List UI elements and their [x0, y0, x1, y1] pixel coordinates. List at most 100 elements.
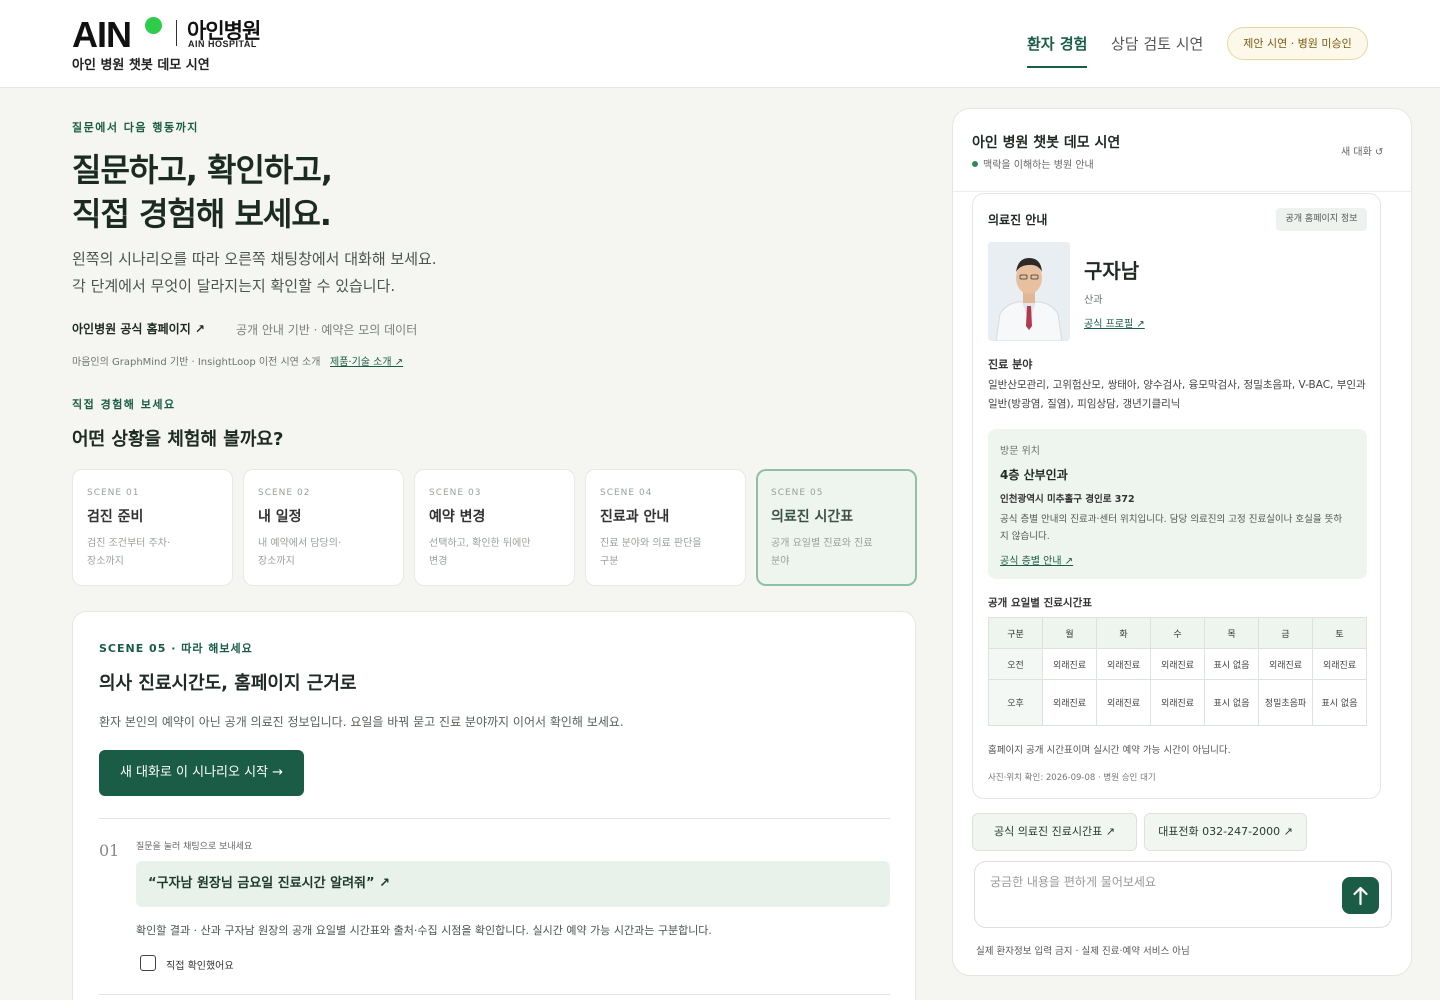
panel-description: 환자 본인의 예약이 아닌 공개 의료진 정보입니다. 요일을 바꿔 묻고 진료… — [99, 715, 624, 729]
table-cell: 정밀초음파 — [1258, 679, 1313, 726]
table-cell: 표시 없음 — [1312, 679, 1367, 726]
panel-divider — [99, 994, 890, 995]
new-chat-button[interactable]: 새 대화 ↺ — [1341, 143, 1383, 158]
official-profile-link[interactable]: 공식 프로필 ↗ — [1084, 315, 1145, 330]
location-box: 방문 위치 4층 산부인과 인천광역시 미추홀구 경인로 372 공식 층별 안… — [988, 429, 1367, 579]
status-dot-icon — [972, 161, 978, 167]
top-header: AIN 아인병원 AIN HOSPITAL 아인 병원 챗봇 데모 시연 환자 … — [0, 0, 1440, 88]
scene-desc-line: 선택하고, 확인한 뒤에만 — [429, 538, 531, 549]
hero-title-line-2: 직접 경험해 보세요. — [72, 195, 332, 233]
floor-guide-link[interactable]: 공식 층별 안내 ↗ — [1000, 552, 1073, 567]
doctor-name: 구자남 — [1084, 259, 1140, 283]
table-header-cell: 금 — [1258, 617, 1313, 649]
scenario-panel: SCENE 05 · 따라 해보세요 의사 진료시간도, 홈페이지 근거로 환자… — [72, 611, 916, 1000]
scene-card-01[interactable]: SCENE 01 검진 준비 검진 조건부터 주차· 장소까지 — [72, 469, 233, 586]
hero-description: 왼쪽의 시나리오를 따라 오른쪽 채팅창에서 대화해 보세요. 각 단계에서 무… — [72, 246, 437, 300]
source-badge: 공개 홈페이지 정보 — [1276, 208, 1367, 231]
schedule-heading: 공개 요일별 진료시간표 — [988, 597, 1092, 609]
location-floor: 4층 산부인과 — [1000, 468, 1068, 482]
scene-label: SCENE 04 — [600, 488, 653, 498]
scenes-eyebrow: 직접 경험해 보세요 — [72, 398, 176, 411]
scene-name: 의료진 시간표 — [771, 509, 854, 525]
card-title: 의료진 안내 — [988, 213, 1048, 227]
panel-eyebrow: SCENE 05 · 따라 해보세요 — [99, 642, 253, 655]
confirm-checkbox[interactable] — [140, 955, 156, 971]
official-note: 공개 안내 기반 · 예약은 모의 데이터 — [236, 323, 418, 337]
scene-desc-line: 구분 — [600, 556, 619, 567]
table-cell: 외래진료 — [1096, 679, 1151, 726]
chat-input[interactable] — [990, 875, 1330, 889]
scene-label: SCENE 03 — [429, 488, 482, 498]
table-cell: 외래진료 — [1150, 679, 1205, 726]
table-cell: 외래진료 — [1042, 679, 1097, 726]
doctor-info-card: 의료진 안내 공개 홈페이지 정보 구자남 산과 공식 프로필 ↗ 진료 분야 … — [972, 193, 1381, 799]
tab-patient-experience[interactable]: 환자 경험 — [1027, 33, 1087, 54]
demo-status-badge: 제안 시연 · 병원 미승인 — [1227, 27, 1368, 60]
table-cell: 외래진료 — [1258, 648, 1313, 680]
official-homepage-link[interactable]: 아인병원 공식 홈페이지 ↗ — [72, 320, 205, 337]
doctor-photo — [988, 242, 1070, 341]
site-subtitle: 아인 병원 챗봇 데모 시연 — [72, 58, 210, 73]
scene-desc-line: 내 예약에서 담당의· — [258, 538, 342, 549]
logo-english: AIN HOSPITAL — [188, 39, 257, 49]
table-row: 오전 외래진료 외래진료 외래진료 표시 없음 외래진료 외래진료 — [988, 648, 1367, 680]
scene-desc-line: 장소까지 — [87, 556, 124, 567]
tech-intro-link[interactable]: 제품·기술 소개 ↗ — [330, 353, 403, 368]
table-row: 오후 외래진료 외래진료 외래진료 표시 없음 정밀초음파 표시 없음 — [988, 679, 1367, 726]
send-button[interactable] — [1342, 877, 1379, 914]
table-cell: 표시 없음 — [1204, 679, 1259, 726]
chat-status: 맥락을 이해하는 병원 안내 — [983, 160, 1094, 171]
location-label: 방문 위치 — [1000, 446, 1040, 457]
scene-desc-line: 공개 요일별 진료와 진료 — [771, 538, 873, 549]
scene-name: 내 일정 — [258, 509, 302, 525]
table-cell: 외래진료 — [1312, 648, 1367, 680]
table-cell: 표시 없음 — [1204, 648, 1259, 680]
table-header-cell: 토 — [1312, 617, 1367, 649]
table-cell: 외래진료 — [1096, 648, 1151, 680]
scene-name: 예약 변경 — [429, 509, 486, 525]
scene-desc-line: 변경 — [429, 556, 448, 567]
scene-desc: 진료 분야와 의료 판단을 구분 — [600, 535, 731, 571]
scene-label: SCENE 01 — [87, 488, 140, 498]
doctor-portrait-icon — [988, 242, 1070, 341]
scene-card-02[interactable]: SCENE 02 내 일정 내 예약에서 담당의· 장소까지 — [243, 469, 404, 586]
tab-consult-review[interactable]: 상담 검토 시연 — [1111, 33, 1203, 54]
specialty-heading: 진료 분야 — [988, 358, 1033, 371]
logo-wordmark[interactable]: AIN — [72, 14, 132, 56]
table-header-cell: 구분 — [988, 617, 1043, 649]
chat-input-box — [974, 861, 1392, 928]
hero-title: 질문하고, 확인하고, 직접 경험해 보세요. — [72, 148, 333, 236]
step-number: 01 — [99, 841, 120, 860]
phone-chip[interactable]: 대표전화 032-247-2000 ↗ — [1144, 813, 1307, 851]
active-tab-underline — [1027, 66, 1087, 68]
scene-desc-line: 검진 조건부터 주차· — [87, 538, 171, 549]
logo-separator — [176, 20, 177, 46]
chat-window: 아인 병원 챗봇 데모 시연 맥락을 이해하는 병원 안내 새 대화 ↺ 의료진… — [952, 108, 1412, 976]
location-note: 공식 층별 안내의 진료과·센터 위치입니다. 담당 의료진의 고정 진료실이나… — [1000, 514, 1343, 542]
source-date: 사진·위치 확인: 2026-09-08 · 병원 승인 대기 — [988, 773, 1156, 783]
scene-card-04[interactable]: SCENE 04 진료과 안내 진료 분야와 의료 판단을 구분 — [585, 469, 746, 586]
hero-desc-line-1: 왼쪽의 시나리오를 따라 오른쪽 채팅창에서 대화해 보세요. — [72, 250, 437, 268]
specialty-list: 일반산모관리, 고위험산모, 쌍태아, 양수검사, 융모막검사, 정밀초음파, … — [988, 379, 1366, 410]
hero-eyebrow: 질문에서 다음 행동까지 — [72, 121, 199, 134]
table-cell: 외래진료 — [1150, 648, 1205, 680]
table-cell: 오후 — [988, 679, 1043, 726]
table-header-row: 구분 월 화 수 목 금 토 — [988, 617, 1367, 649]
scene-desc-line: 장소까지 — [258, 556, 295, 567]
schedule-note: 홈페이지 공개 시간표이며 실시간 예약 가능 시간이 아닙니다. — [988, 745, 1231, 756]
scene-label: SCENE 02 — [258, 488, 311, 498]
start-scenario-button[interactable]: 새 대화로 이 시나리오 시작 → — [99, 750, 304, 796]
table-header-cell: 수 — [1150, 617, 1205, 649]
confirm-checkbox-label[interactable]: 직접 확인했어요 — [166, 957, 234, 972]
tech-note: 마음인의 GraphMind 기반 · InsightLoop 이전 시연 소개 — [72, 357, 321, 368]
scene-card-03[interactable]: SCENE 03 예약 변경 선택하고, 확인한 뒤에만변경 — [414, 469, 575, 586]
step-question-button[interactable]: “구자남 원장님 금요일 진료시간 알려줘” ↗ — [136, 861, 890, 907]
hero-title-line-1: 질문하고, 확인하고, — [72, 151, 333, 189]
schedule-table: 구분 월 화 수 목 금 토 오전 외래진료 외래진료 외래진료 표시 없음 외… — [988, 617, 1367, 726]
chat-header-divider — [953, 191, 1411, 192]
scenes-question: 어떤 상황을 체험해 볼까요? — [72, 429, 284, 450]
official-schedule-chip[interactable]: 공식 의료진 진료시간표 ↗ — [972, 813, 1137, 851]
chat-title: 아인 병원 챗봇 데모 시연 — [972, 135, 1121, 151]
doctor-department: 산과 — [1084, 295, 1103, 306]
scene-card-05[interactable]: SCENE 05 의료진 시간표 공개 요일별 진료와 진료 분야 — [756, 469, 917, 586]
